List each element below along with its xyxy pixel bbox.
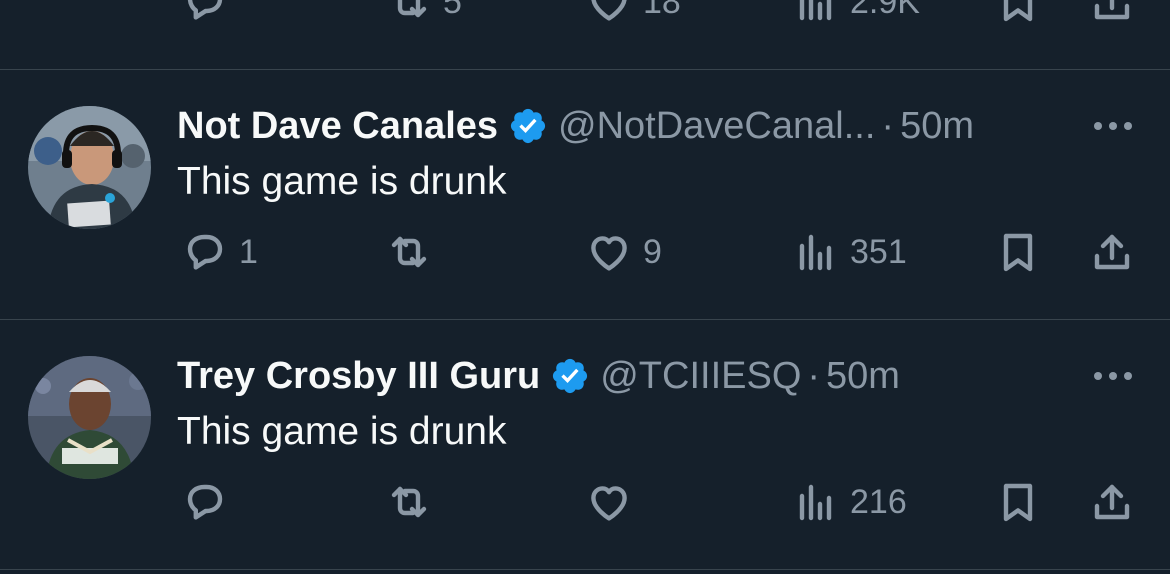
display-name[interactable]: Trey Crosby III Guru — [177, 357, 540, 395]
like-button[interactable]: 18 — [585, 0, 681, 26]
tweet-header: Not Dave Canales @NotDaveCanal... · 50m — [177, 106, 974, 146]
reply-button[interactable] — [181, 478, 239, 526]
views-icon — [792, 0, 840, 26]
user-handle[interactable]: @TCIIIESQ — [600, 357, 801, 395]
tweet[interactable]: Not Dave Canales @NotDaveCanal... · 50m … — [0, 70, 1170, 319]
views-icon — [792, 228, 840, 276]
share-icon — [1088, 478, 1136, 526]
divider — [0, 569, 1170, 570]
verified-badge-icon — [510, 108, 546, 144]
repost-button[interactable] — [385, 228, 443, 276]
like-button[interactable] — [585, 478, 643, 526]
previous-tweet-action-bar: 5 18 2.9K — [0, 0, 1170, 69]
more-options-button[interactable] — [1094, 372, 1132, 380]
reply-button[interactable]: 1 — [181, 228, 258, 276]
views-button[interactable]: 2.9K — [792, 0, 920, 26]
dot-icon — [1094, 122, 1102, 130]
repost-button[interactable] — [385, 478, 443, 526]
bookmark-button[interactable] — [994, 478, 1042, 526]
display-name[interactable]: Not Dave Canales — [177, 107, 498, 145]
like-button[interactable]: 9 — [585, 228, 662, 276]
more-options-button[interactable] — [1094, 122, 1132, 130]
share-icon — [1088, 228, 1136, 276]
bookmark-button[interactable] — [994, 228, 1042, 276]
tweet-text: This game is drunk — [177, 160, 507, 203]
avatar[interactable] — [28, 106, 151, 229]
views-count: 216 — [850, 483, 907, 521]
bookmark-icon — [994, 228, 1042, 276]
like-count: 9 — [643, 233, 662, 271]
dot-icon — [1094, 372, 1102, 380]
like-icon — [585, 0, 633, 26]
repost-icon — [385, 228, 433, 276]
separator-dot: · — [881, 105, 895, 147]
dot-icon — [1109, 122, 1117, 130]
bookmark-icon — [994, 478, 1042, 526]
timestamp[interactable]: 50m — [826, 357, 900, 395]
like-icon — [585, 228, 633, 276]
views-count: 351 — [850, 233, 907, 271]
reply-count: 1 — [239, 233, 258, 271]
tweet-header: Trey Crosby III Guru @TCIIIESQ · 50m — [177, 356, 900, 396]
tweet-text: This game is drunk — [177, 410, 507, 453]
bookmark-button[interactable] — [994, 0, 1042, 26]
reply-icon — [181, 0, 229, 26]
share-button[interactable] — [1088, 228, 1136, 276]
share-icon — [1088, 0, 1136, 26]
avatar-photo — [28, 106, 151, 229]
dot-icon — [1109, 372, 1117, 380]
share-button[interactable] — [1088, 0, 1136, 26]
reply-button[interactable] — [181, 0, 239, 26]
repost-button[interactable]: 5 — [385, 0, 462, 26]
reply-icon — [181, 228, 229, 276]
timestamp[interactable]: 50m — [900, 107, 974, 145]
bookmark-icon — [994, 0, 1042, 26]
repost-icon — [385, 478, 433, 526]
avatar[interactable] — [28, 356, 151, 479]
like-count: 18 — [643, 0, 681, 21]
views-count: 2.9K — [850, 0, 920, 21]
dot-icon — [1124, 372, 1132, 380]
separator-dot: · — [807, 355, 821, 397]
reply-icon — [181, 478, 229, 526]
views-icon — [792, 478, 840, 526]
repost-count: 5 — [443, 0, 462, 21]
share-button[interactable] — [1088, 478, 1136, 526]
like-icon — [585, 478, 633, 526]
avatar-photo — [28, 356, 151, 479]
user-handle[interactable]: @NotDaveCanal... — [558, 107, 875, 145]
repost-icon — [385, 0, 433, 26]
tweet[interactable]: Trey Crosby III Guru @TCIIIESQ · 50m Thi… — [0, 320, 1170, 569]
dot-icon — [1124, 122, 1132, 130]
views-button[interactable]: 351 — [792, 228, 907, 276]
verified-badge-icon — [553, 358, 588, 394]
views-button[interactable]: 216 — [792, 478, 907, 526]
